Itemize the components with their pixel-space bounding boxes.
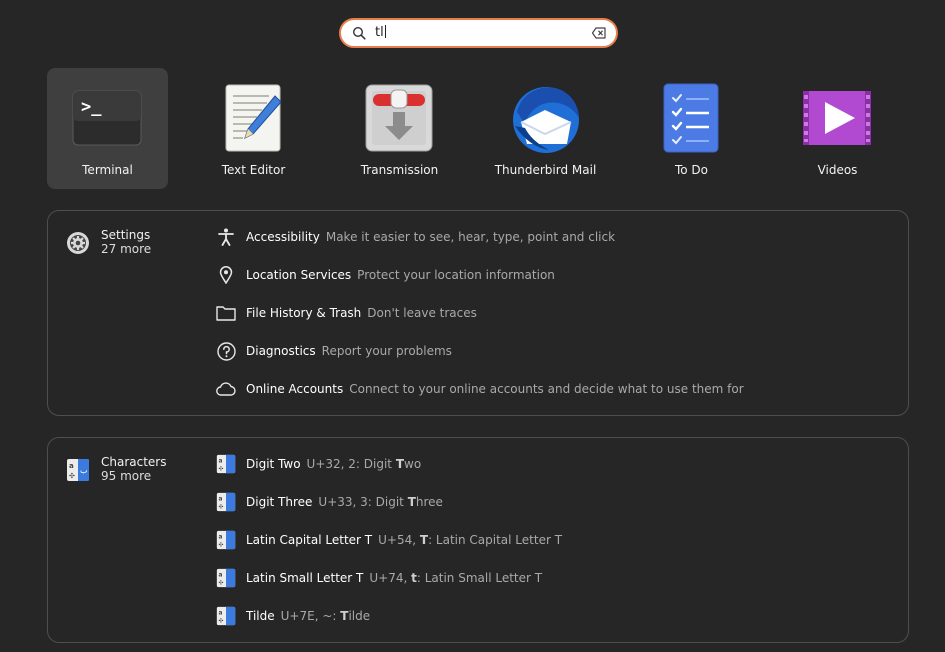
svg-text:>_: >_ <box>81 97 102 117</box>
characters-icon: a ✣ <box>216 454 236 474</box>
result-latin-small-letter-t[interactable]: a ✣ Latin Small Letter T U+74, t: Latin … <box>216 565 542 591</box>
characters-icon: a ✣ <box>216 568 236 588</box>
result-title: Diagnostics <box>246 344 316 358</box>
provider-name[interactable]: Characters <box>101 455 167 469</box>
svg-text:a: a <box>69 462 74 470</box>
result-description: U+33, 3: Digit Three <box>318 495 443 509</box>
characters-icon: a ✣ <box>216 492 236 512</box>
transmission-icon <box>365 84 433 152</box>
app-label: Transmission <box>360 163 439 177</box>
svg-text:a: a <box>219 458 223 464</box>
result-diagnostics[interactable]: Diagnostics Report your problems <box>216 338 452 364</box>
result-title: Location Services <box>246 268 352 282</box>
svg-text:a: a <box>219 496 223 502</box>
characters-icon: a ✣ <box>216 606 236 626</box>
app-thunderbird-mail[interactable]: Thunderbird Mail <box>485 68 606 189</box>
folder-icon <box>216 303 236 323</box>
search-icon <box>352 26 366 40</box>
svg-text:a: a <box>219 610 223 616</box>
provider-more-count[interactable]: 27 more <box>101 242 151 256</box>
result-title: Tilde <box>246 609 275 623</box>
result-title: Latin Small Letter T <box>246 571 364 585</box>
videos-icon <box>803 91 871 145</box>
result-online-accounts[interactable]: Online Accounts Connect to your online a… <box>216 376 744 402</box>
accessibility-icon <box>216 227 236 247</box>
svg-text:✣: ✣ <box>219 580 224 587</box>
result-title: Latin Capital Letter T <box>246 533 373 547</box>
result-digit-two[interactable]: a ✣ Digit Two U+32, 2: Digit Two <box>216 451 421 477</box>
result-accessibility[interactable]: Accessibility Make it easier to see, hea… <box>216 224 615 250</box>
app-label: Terminal <box>82 163 133 177</box>
app-to-do[interactable]: To Do <box>631 68 752 189</box>
app-text-editor[interactable]: Text Editor <box>193 68 314 189</box>
result-latin-capital-letter-t[interactable]: a ✣ Latin Capital Letter T U+54, T: Lati… <box>216 527 562 553</box>
result-tilde[interactable]: a ✣ Tilde U+7E, ~: Tilde <box>216 603 370 629</box>
result-title: Digit Three <box>246 495 313 509</box>
app-label: To Do <box>674 163 709 177</box>
result-description: U+32, 2: Digit Two <box>306 457 422 471</box>
app-results-grid: >_ Terminal Text Editor Transmission Thu… <box>47 68 897 189</box>
location-pin-icon <box>216 265 236 285</box>
result-description: Make it easier to see, hear, type, point… <box>325 230 616 244</box>
todo-icon <box>663 83 719 153</box>
settings-gear-icon[interactable] <box>66 231 90 255</box>
result-title: Online Accounts <box>246 382 344 396</box>
clear-search-icon[interactable] <box>592 27 606 39</box>
terminal-icon: >_ <box>72 90 142 146</box>
result-digit-three[interactable]: a ✣ Digit Three U+33, 3: Digit Three <box>216 489 443 515</box>
svg-text:a: a <box>219 572 223 578</box>
svg-text:✣: ✣ <box>219 542 224 549</box>
characters-app-icon[interactable]: a ✣ ب <box>66 458 90 482</box>
provider-name[interactable]: Settings <box>101 228 150 242</box>
svg-text:✣: ✣ <box>219 504 224 511</box>
result-title: File History & Trash <box>246 306 362 320</box>
result-title: Digit Two <box>246 457 301 471</box>
result-location-services[interactable]: Location Services Protect your location … <box>216 262 555 288</box>
result-description: Connect to your online accounts and deci… <box>349 382 744 396</box>
svg-text:a: a <box>219 534 223 540</box>
result-description: U+7E, ~: Tilde <box>280 609 371 623</box>
search-input[interactable]: tl <box>339 18 618 48</box>
app-label: Thunderbird Mail <box>494 163 597 177</box>
result-description: U+54, T: Latin Capital Letter T <box>378 533 563 547</box>
result-file-history-trash[interactable]: File History & Trash Don't leave traces <box>216 300 477 326</box>
thunderbird-icon <box>513 87 579 153</box>
text-editor-icon <box>225 84 282 152</box>
svg-text:✣: ✣ <box>219 466 224 473</box>
result-description: Protect your location information <box>357 268 555 282</box>
svg-text:✣: ✣ <box>219 618 224 625</box>
characters-icon: a ✣ <box>216 530 236 550</box>
characters-results-panel: a ✣ ب Characters 95 more a ✣ Digit Two U… <box>47 437 909 643</box>
svg-text:✣: ✣ <box>69 472 75 480</box>
app-label: Text Editor <box>221 163 286 177</box>
text-caret <box>384 25 386 38</box>
result-description: U+74, t: Latin Small Letter T <box>369 571 543 585</box>
app-transmission[interactable]: Transmission <box>339 68 460 189</box>
help-circle-icon <box>216 341 236 361</box>
cloud-icon <box>216 379 236 399</box>
result-description: Don't leave traces <box>367 306 477 320</box>
svg-text:ب: ب <box>80 466 88 475</box>
app-terminal[interactable]: >_ Terminal <box>47 68 168 189</box>
search-query[interactable]: tl <box>375 25 384 40</box>
app-videos[interactable]: Videos <box>777 68 898 189</box>
result-description: Report your problems <box>321 344 452 358</box>
result-title: Accessibility <box>246 230 320 244</box>
settings-results-panel: Settings 27 more Accessibility Make it e… <box>47 210 909 416</box>
app-label: Videos <box>817 163 858 177</box>
provider-more-count[interactable]: 95 more <box>101 469 151 483</box>
